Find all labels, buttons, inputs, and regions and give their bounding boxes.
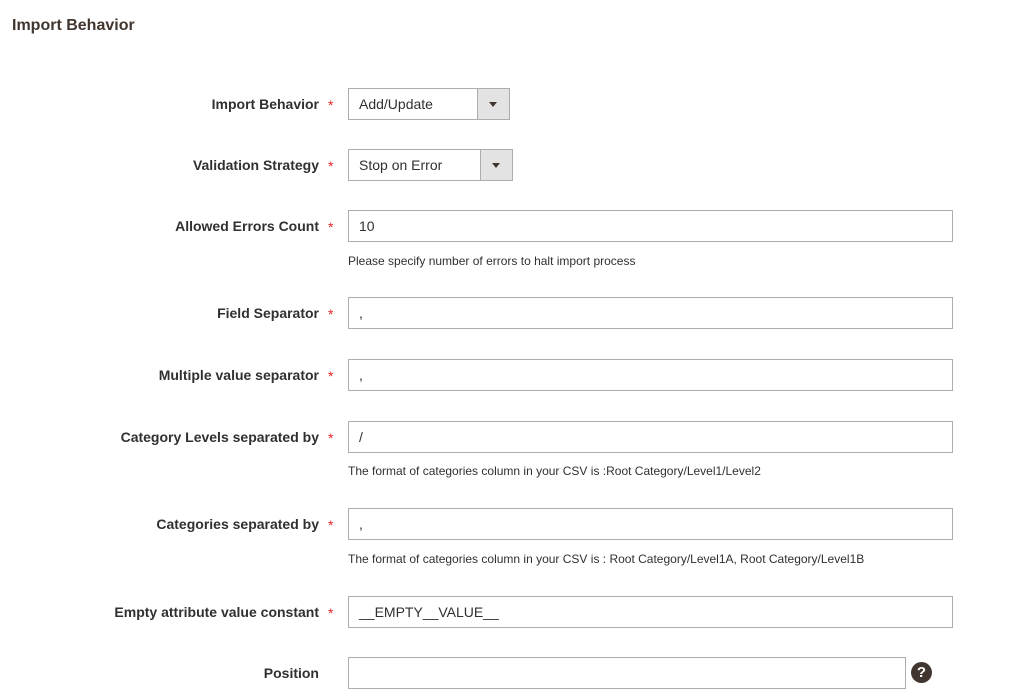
required-marker: * <box>328 430 334 446</box>
multiple-value-separator-label: Multiple value separator <box>158 367 319 383</box>
required-marker: * <box>328 517 334 533</box>
import-behavior-select[interactable]: Add/Update <box>348 88 510 120</box>
position-input[interactable] <box>348 657 906 689</box>
multiple-value-separator-input[interactable]: , <box>348 359 953 391</box>
section-title: Import Behavior <box>12 17 135 34</box>
field-row-field-separator: Field Separator * , <box>0 297 1024 329</box>
allowed-errors-note: Please specify number of errors to halt … <box>348 254 636 268</box>
categories-separated-input[interactable]: , <box>348 508 953 540</box>
category-levels-input[interactable]: / <box>348 421 953 453</box>
import-behavior-label: Import Behavior <box>211 96 319 112</box>
category-levels-label: Category Levels separated by <box>120 429 319 445</box>
validation-strategy-dropdown-button[interactable] <box>480 150 512 180</box>
field-row-multiple-value-separator: Multiple value separator * , <box>0 359 1024 391</box>
help-icon[interactable]: ? <box>911 662 932 683</box>
required-marker: * <box>328 306 334 322</box>
field-row-category-levels: Category Levels separated by * / <box>0 421 1024 453</box>
import-behavior-dropdown-button[interactable] <box>477 89 509 119</box>
validation-strategy-value: Stop on Error <box>359 157 443 173</box>
field-row-validation-strategy: Validation Strategy * Stop on Error <box>0 149 1024 181</box>
field-separator-label: Field Separator <box>217 305 319 321</box>
required-marker: * <box>328 605 334 621</box>
allowed-errors-label: Allowed Errors Count <box>175 218 319 234</box>
chevron-down-icon <box>489 102 497 107</box>
validation-strategy-label: Validation Strategy <box>192 157 319 173</box>
field-row-empty-attribute: Empty attribute value constant * __EMPTY… <box>0 596 1024 628</box>
chevron-down-icon <box>492 163 500 168</box>
required-marker: * <box>328 158 334 174</box>
required-marker: * <box>328 219 334 235</box>
categories-separated-label: Categories separated by <box>156 516 319 532</box>
required-marker: * <box>328 97 334 113</box>
empty-attribute-input[interactable]: __EMPTY__VALUE__ <box>348 596 953 628</box>
category-levels-note: The format of categories column in your … <box>348 464 761 478</box>
field-row-import-behavior: Import Behavior * Add/Update <box>0 88 1024 120</box>
import-behavior-value: Add/Update <box>359 96 433 112</box>
import-behavior-page: Import Behavior Import Behavior * Add/Up… <box>0 0 1024 700</box>
field-row-categories-separated: Categories separated by * , <box>0 508 1024 540</box>
empty-attribute-label: Empty attribute value constant <box>114 604 319 620</box>
position-label: Position <box>263 665 319 681</box>
field-separator-input[interactable]: , <box>348 297 953 329</box>
allowed-errors-input[interactable]: 10 <box>348 210 953 242</box>
field-row-allowed-errors: Allowed Errors Count * 10 <box>0 210 1024 242</box>
categories-separated-note: The format of categories column in your … <box>348 552 865 566</box>
field-row-position: Position ? <box>0 657 1024 689</box>
validation-strategy-select[interactable]: Stop on Error <box>348 149 513 181</box>
required-marker: * <box>328 368 334 384</box>
